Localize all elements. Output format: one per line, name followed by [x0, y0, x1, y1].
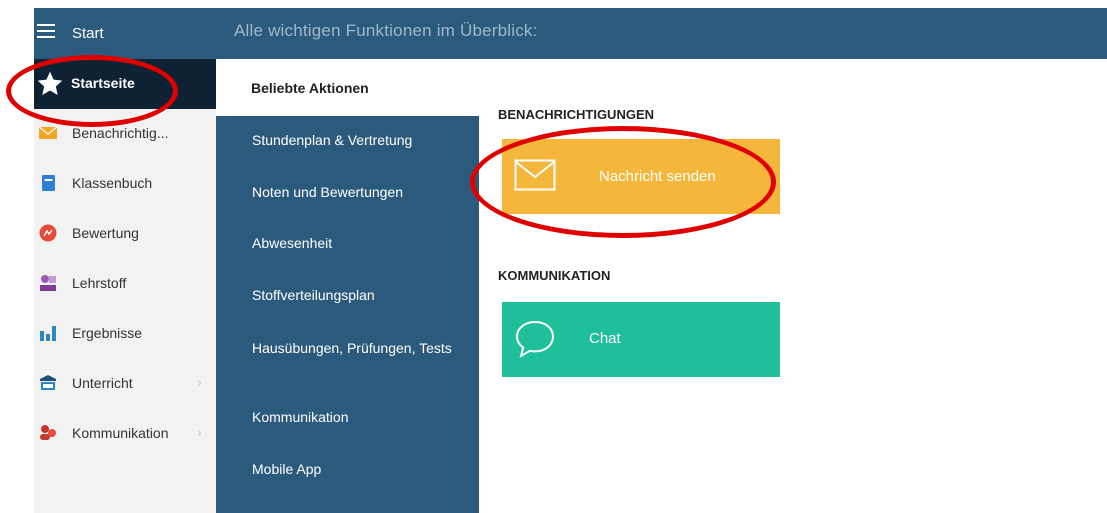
section-title-benachrichtigungen: BENACHRICHTIGUNGEN: [498, 107, 654, 122]
sidebar-item-klassenbuch[interactable]: Klassenbuch: [34, 159, 216, 209]
sidebar: Start Startseite Benachrichtig... Klasse…: [34, 8, 216, 513]
menu-item-label: Kommunikation: [252, 409, 349, 425]
sidebar-item-lehrstoff[interactable]: Lehrstoff: [34, 259, 216, 309]
chevron-right-icon: ›: [197, 374, 202, 390]
sidebar-title: Start: [72, 25, 104, 42]
chat-people-icon: [40, 425, 56, 440]
sidebar-item-label: Ergebnisse: [72, 325, 143, 341]
menu-item-abwesenheit[interactable]: Abwesenheit: [216, 235, 479, 265]
envelope-icon: [514, 159, 556, 191]
menu-item-label: Hausübungen, Prüfungen, Tests: [252, 340, 452, 356]
sidebar-item-label: Startseite: [71, 75, 135, 91]
category-menu: Beliebte Aktionen Stundenplan & Vertretu…: [216, 59, 479, 513]
sidebar-header: Start: [34, 8, 216, 59]
section-title-kommunikation: KOMMUNIKATION: [498, 268, 611, 283]
sidebar-item-label: Klassenbuch: [72, 175, 153, 191]
tile-label: Chat: [589, 330, 621, 347]
menu-item-stundenplan[interactable]: Stundenplan & Vertretung: [216, 132, 479, 162]
star-icon: [37, 71, 63, 95]
menu-item-beliebte-aktionen[interactable]: Beliebte Aktionen: [216, 59, 479, 116]
book-icon: [42, 175, 55, 191]
sidebar-item-unterricht[interactable]: Unterricht ›: [34, 359, 216, 409]
sidebar-item-startseite[interactable]: Startseite: [34, 59, 216, 109]
menu-item-label: Stoffverteilungsplan: [252, 287, 375, 303]
bar-chart-icon: [40, 326, 56, 341]
chat-tile[interactable]: Chat: [502, 302, 780, 377]
menu-item-label: Abwesenheit: [252, 235, 333, 251]
sidebar-item-label: Kommunikation: [72, 425, 169, 441]
menu-item-label: Noten und Bewertungen: [252, 184, 403, 200]
classroom-icon: [40, 375, 56, 390]
rating-icon: [39, 224, 57, 242]
content-area: BENACHRICHTIGUNGEN Nachricht senden KOMM…: [479, 59, 1107, 513]
tile-label: Nachricht senden: [599, 168, 716, 185]
menu-item-hausuebungen[interactable]: Hausübungen, Prüfungen, Tests: [216, 340, 479, 380]
page-heading: Alle wichtigen Funktionen im Überblick:: [234, 21, 538, 40]
send-message-tile[interactable]: Nachricht senden: [502, 139, 780, 214]
sidebar-item-kommunikation[interactable]: Kommunikation ›: [34, 409, 216, 459]
menu-item-stoffverteilungsplan[interactable]: Stoffverteilungsplan: [216, 287, 479, 317]
sidebar-item-benachrichtigungen[interactable]: Benachrichtig...: [34, 109, 216, 159]
hamburger-menu-icon[interactable]: [37, 24, 55, 39]
menu-item-label: Stundenplan & Vertretung: [252, 132, 413, 148]
menu-item-label: Mobile App: [252, 461, 322, 477]
sidebar-item-label: Benachrichtig...: [72, 125, 169, 141]
chevron-right-icon: ›: [197, 424, 202, 440]
teacher-icon: [40, 275, 56, 291]
sidebar-item-ergebnisse[interactable]: Ergebnisse: [34, 309, 216, 359]
sidebar-item-label: Bewertung: [72, 225, 139, 241]
top-header: Alle wichtigen Funktionen im Überblick:: [216, 8, 1107, 59]
sidebar-item-bewertung[interactable]: Bewertung: [34, 209, 216, 259]
envelope-icon: [38, 126, 58, 139]
menu-item-kommunikation[interactable]: Kommunikation: [216, 409, 479, 439]
menu-item-noten[interactable]: Noten und Bewertungen: [216, 184, 479, 214]
sidebar-item-label: Lehrstoff: [72, 275, 127, 291]
menu-item-label: Beliebte Aktionen: [251, 80, 369, 96]
sidebar-item-label: Unterricht: [72, 375, 133, 391]
chat-bubble-icon: [515, 320, 555, 359]
menu-item-mobile-app[interactable]: Mobile App: [216, 461, 479, 491]
